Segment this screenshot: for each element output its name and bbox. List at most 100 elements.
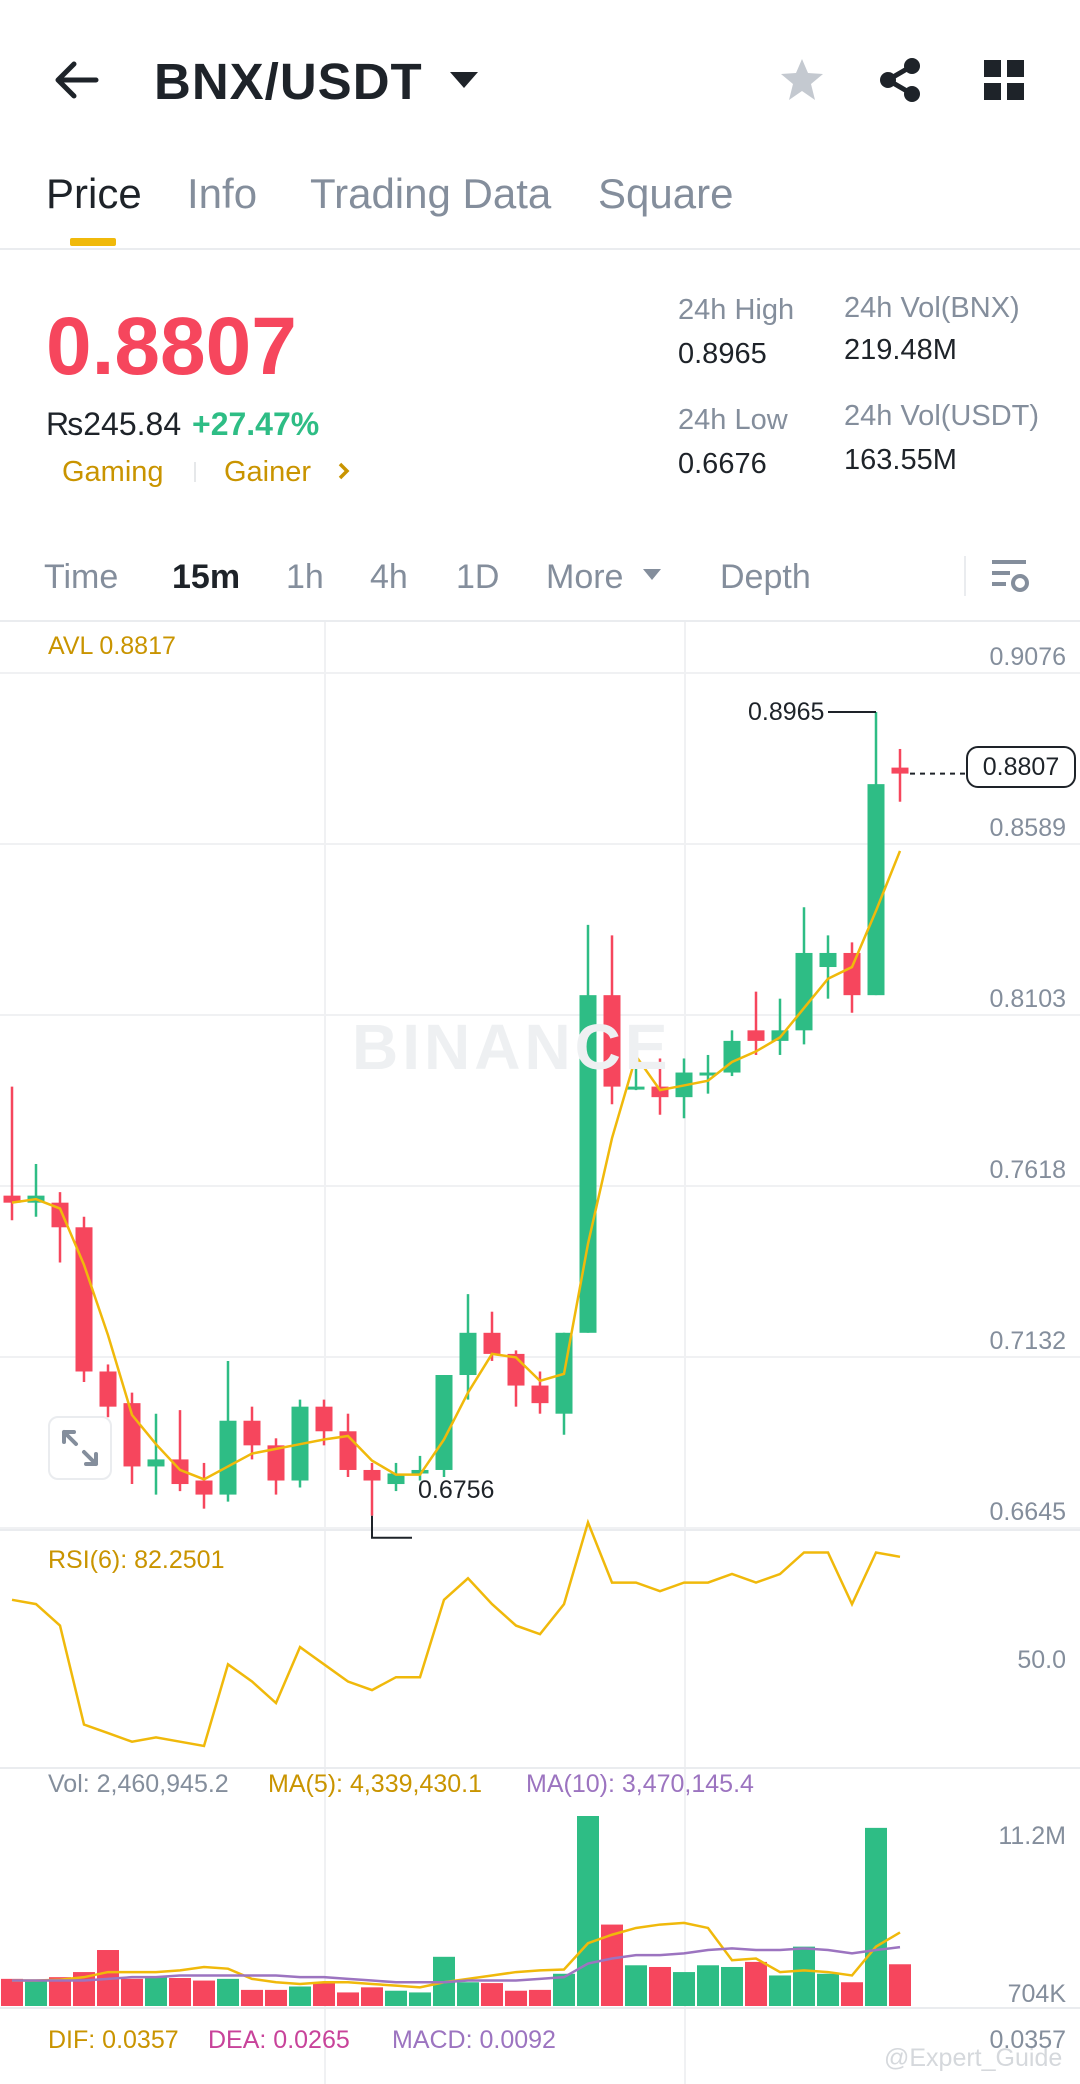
volume-bar — [673, 1972, 695, 2006]
tab-trading-data[interactable]: Trading Data — [310, 170, 551, 218]
high-value: 0.8965 — [678, 338, 767, 370]
tag-gaming[interactable]: Gaming — [62, 456, 164, 489]
volume-bar — [313, 1982, 335, 2006]
expand-icon — [62, 1430, 98, 1466]
candle-body — [891, 767, 909, 774]
volume-bar — [529, 1989, 551, 2006]
vol-axis-top: 11.2M — [998, 1822, 1066, 1850]
low-value: 0.6676 — [678, 448, 767, 480]
candle-body — [483, 1332, 501, 1354]
pair-title[interactable]: BNX/USDT — [154, 52, 423, 111]
volume-bar — [361, 1987, 383, 2006]
current-price-tag: 0.8807 — [966, 746, 1076, 788]
price-ma-line — [11, 850, 902, 1481]
volume-bar — [25, 1979, 47, 2006]
low-label: 24h Low — [678, 404, 788, 436]
volume-bar — [217, 1978, 239, 2006]
tab-info[interactable]: Info — [187, 170, 257, 218]
tag-separator — [194, 462, 196, 482]
fiat-price: ₨245.84 — [46, 406, 182, 442]
vol-label: Vol: 2,460,945.2 — [48, 1770, 229, 1798]
candle-body — [195, 1480, 213, 1495]
price-axis-5: 0.6645 — [989, 1498, 1066, 1526]
volume-bar — [457, 1982, 479, 2006]
volume-bar — [169, 1978, 191, 2006]
macd-label: MACD: 0.0092 — [392, 2026, 556, 2054]
volume-bar — [865, 1827, 887, 2006]
candle-body — [459, 1332, 477, 1376]
candle-body — [627, 1086, 645, 1090]
volume-bar — [577, 1816, 599, 2006]
volume-bar — [697, 1965, 719, 2006]
chart-settings-button[interactable] — [990, 556, 1030, 596]
favorite-button[interactable] — [778, 56, 826, 104]
volume-bar — [193, 1980, 215, 2006]
tag-gainer[interactable]: Gainer — [224, 456, 311, 489]
volume-bar — [721, 1966, 743, 2006]
arrow-left-icon — [55, 61, 99, 99]
interval-15m[interactable]: 15m — [172, 558, 240, 597]
candle-body — [219, 1420, 237, 1495]
tab-square[interactable]: Square — [598, 170, 733, 218]
low-marker-label: 0.6756 — [418, 1476, 495, 1504]
tabs-divider — [0, 248, 1080, 250]
candle-body — [819, 952, 837, 968]
volume-bar — [385, 1990, 407, 2006]
high-marker-label: 0.8965 — [748, 698, 825, 726]
candle-body — [867, 784, 885, 996]
candle-body — [795, 952, 813, 1031]
price-axis-4: 0.7132 — [989, 1327, 1066, 1355]
interval-1h[interactable]: 1h — [286, 558, 324, 597]
expand-chart-button[interactable] — [48, 1416, 112, 1480]
grid-menu-button[interactable] — [982, 58, 1026, 102]
ma5-label: MA(5): 4,339,430.1 — [268, 1770, 483, 1798]
volume-bar — [505, 1990, 527, 2006]
volume-bar — [1, 1978, 23, 2006]
current-price-value: 0.8807 — [982, 753, 1060, 781]
active-tab-indicator — [70, 238, 116, 246]
pair-dropdown[interactable] — [448, 68, 480, 92]
volume-bar — [241, 1989, 263, 2006]
volume-bar — [121, 1978, 143, 2006]
volume-bar — [769, 1975, 791, 2006]
share-icon — [880, 58, 920, 102]
vol-base-label: 24h Vol(BNX) — [844, 292, 1020, 324]
interval-1d[interactable]: 1D — [456, 558, 499, 597]
caret-down-icon — [642, 568, 662, 582]
chart-settings-icon — [992, 560, 1029, 592]
interval-depth[interactable]: Depth — [720, 558, 811, 597]
interval-4h[interactable]: 4h — [370, 558, 408, 597]
candle-body — [843, 952, 861, 996]
vol-quote-label: 24h Vol(USDT) — [844, 400, 1040, 432]
rsi-axis-50: 50.0 — [1017, 1646, 1066, 1674]
share-button[interactable] — [876, 56, 924, 104]
kline-chart[interactable] — [0, 622, 1080, 2084]
volume-bar — [289, 1986, 311, 2006]
interval-more[interactable]: More — [546, 558, 623, 597]
binance-watermark: BINANCE — [352, 1011, 672, 1083]
vol-base-value: 219.48M — [844, 334, 957, 366]
vol-axis-bottom: 704K — [1007, 1980, 1066, 2008]
interval-time[interactable]: Time — [44, 558, 118, 597]
dif-label: DIF: 0.0357 — [48, 2026, 179, 2054]
candle-body — [747, 1030, 765, 1041]
volume-bar — [265, 1989, 287, 2006]
candle-body — [99, 1371, 117, 1407]
grid-icon — [984, 60, 1024, 100]
volume-bar — [745, 1961, 767, 2006]
volume-bar — [145, 1977, 167, 2006]
candle-body — [243, 1420, 261, 1446]
back-button[interactable] — [50, 54, 102, 106]
volume-bar — [817, 1973, 839, 2006]
candle-body — [147, 1459, 165, 1467]
tab-price[interactable]: Price — [46, 170, 142, 218]
vol-quote-value: 163.55M — [844, 444, 957, 476]
dea-label: DEA: 0.0265 — [208, 2026, 350, 2054]
volume-bar — [409, 1992, 431, 2006]
low-marker-line — [371, 1515, 412, 1539]
interval-divider — [964, 556, 966, 596]
chevron-right-icon[interactable] — [334, 458, 354, 484]
volume-bar — [841, 1982, 863, 2006]
price-axis-2: 0.8103 — [989, 985, 1066, 1013]
volume-bar — [625, 1965, 647, 2006]
